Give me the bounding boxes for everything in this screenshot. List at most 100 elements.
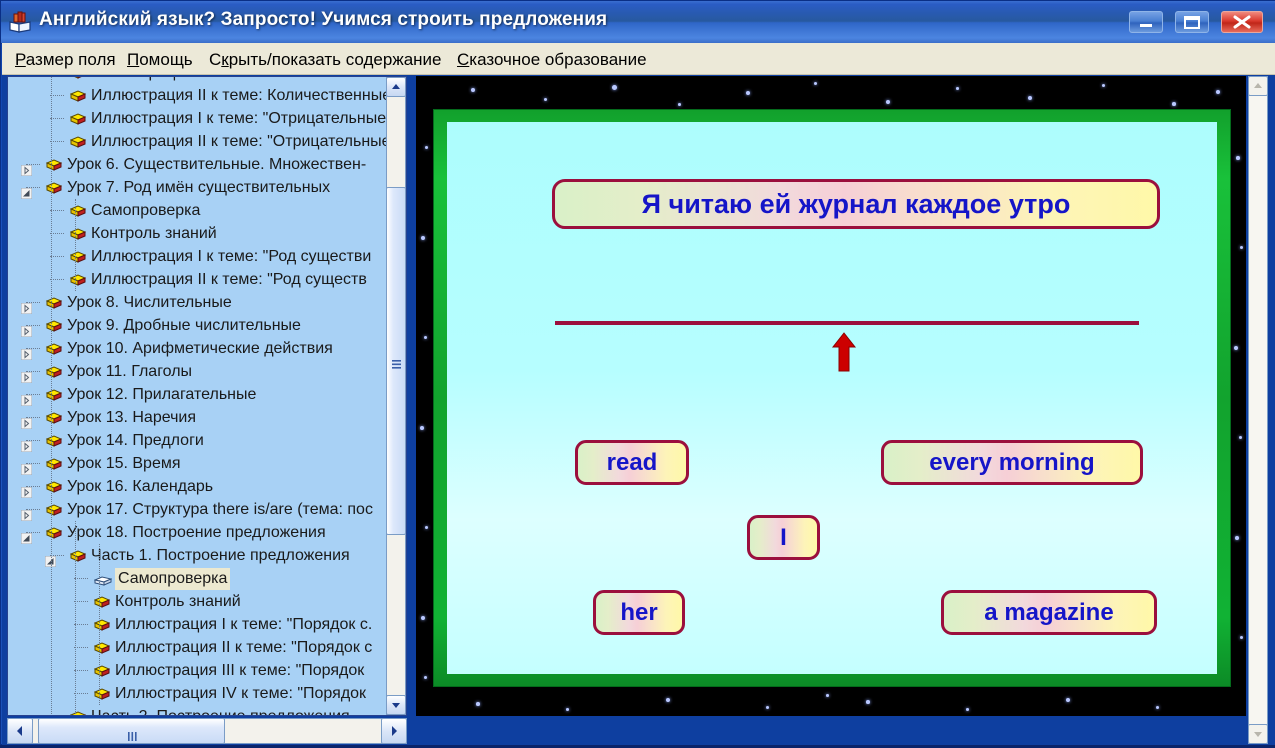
tree-item[interactable]: Урок 11. Глаголы [8,360,393,383]
book-closed-icon [70,203,86,217]
main-vertical-scrollbar[interactable] [1248,76,1268,744]
tree-collapse-toggle-icon[interactable] [21,528,32,539]
tree-expand-toggle-icon[interactable] [21,436,32,447]
tree-item-label: Урок 18. Построение предложения [67,521,326,544]
star-dot [1028,96,1032,100]
tree-item[interactable]: Иллюстрация II к теме: "Порядок с [8,636,393,659]
tree-expand-toggle-icon[interactable] [21,459,32,470]
tree-item[interactable]: Иллюстрация I к теме: "Род существи [8,245,393,268]
tree-item[interactable]: Иллюстрация II к теме: Количественные [8,84,393,107]
book-closed-icon [70,111,86,125]
tree-item-label: Иллюстрация II к теме: "Порядок с [115,636,372,659]
word-chip-read[interactable]: read [575,440,689,485]
tree-scroll-up-button[interactable] [386,77,406,97]
menu-item-help[interactable]: Помощь [122,49,198,71]
tree-expand-toggle-icon[interactable] [21,160,32,171]
tree-guide-line [51,76,53,716]
tree-item[interactable]: Иллюстрация IV к теме: "Порядок [8,682,393,705]
tree-item[interactable]: Часть 2. Построение предложения [8,705,393,716]
tree-expand-toggle-icon[interactable] [21,413,32,424]
word-chip-her[interactable]: her [593,590,685,635]
tree-item[interactable]: Урок 6. Существительные. Множествен- [8,153,393,176]
tree-item[interactable]: Урок 16. Календарь [8,475,393,498]
tree-item[interactable]: Урок 10. Арифметические действия [8,337,393,360]
tree-item-label: Урок 9. Дробные числительные [67,314,301,337]
tree-item[interactable]: Самопроверка [8,199,393,222]
menu-item-fairy-education[interactable]: Сказочное образование [452,49,652,71]
tree-expand-toggle-icon[interactable] [21,505,32,516]
menu-item-toggle-contents[interactable]: Скрыть/показать содержание [204,49,447,71]
word-chip-i[interactable]: I [747,515,820,560]
star-dot [1236,156,1240,160]
word-chip-a-magazine[interactable]: a magazine [941,590,1157,635]
menu-item-field-size[interactable]: Размер поля [10,49,121,71]
tree-item-label: Иллюстрация IV к теме: "Порядок [115,682,366,705]
tree-h-scroll-thumb[interactable] [38,718,225,744]
scroll-grip-icon [128,728,138,746]
tree-item[interactable]: Урок 8. Числительные [8,291,393,314]
tree-horizontal-scrollbar[interactable] [7,718,407,744]
tree-item[interactable]: Часть 1. Построение предложения [8,544,393,567]
main-scroll-up-button[interactable] [1248,76,1268,96]
tree-item[interactable]: Контроль знаний [8,590,393,613]
tree-expand-toggle-icon[interactable] [21,344,32,355]
tree-expand-toggle-icon[interactable] [21,321,32,332]
book-closed-icon [46,295,62,309]
tree-scroll-right-button[interactable] [381,718,407,744]
book-icon [8,10,32,34]
tree-item[interactable]: Урок 17. Структура there is/are (тема: п… [8,498,393,521]
tree-item[interactable]: Иллюстрация I к теме: "Порядок с. [8,613,393,636]
word-chip-every-morning[interactable]: every morning [881,440,1143,485]
tree-expand-toggle-icon[interactable] [21,298,32,309]
star-dot [746,91,750,95]
tree-expand-toggle-icon[interactable] [21,482,32,493]
title-bar: Английский язык? Запросто! Учимся строит… [1,1,1275,44]
tree-item[interactable]: Урок 12. Прилагательные [8,383,393,406]
main-scroll-down-button[interactable] [1248,724,1268,744]
tree-item-label: Урок 6. Существительные. Множествен- [67,153,366,176]
tree-item[interactable]: Урок 14. Предлоги [8,429,393,452]
tree-expand-toggle-icon[interactable] [21,367,32,378]
menu-label: азмер поля [26,50,116,69]
tree-item[interactable]: Урок 15. Время [8,452,393,475]
star-dot [471,88,475,92]
contents-tree[interactable]: Иллюстрация I к теме: "КоличественныеИлл… [7,76,407,716]
slide-green-frame: Я читаю ей журнал каждое утро read every… [433,109,1231,687]
tree-scroll-left-button[interactable] [7,718,33,744]
tree-item[interactable]: Иллюстрация III к теме: "Порядок [8,659,393,682]
tree-item[interactable]: Самопроверка [8,567,393,590]
tree-scroll-down-button[interactable] [386,695,406,715]
menu-label-pre: С [209,50,221,69]
tree-item[interactable]: Иллюстрация II к теме: "Род существ [8,268,393,291]
close-button[interactable] [1221,11,1263,33]
tree-item[interactable]: Иллюстрация I к теме: "Количественные [8,76,393,84]
book-closed-icon [46,341,62,355]
star-dot [956,87,959,90]
tree-item[interactable]: Иллюстрация II к теме: "Отрицательные [8,130,393,153]
book-closed-icon [70,272,86,286]
book-closed-icon [70,88,86,102]
tree-vertical-scrollbar[interactable] [386,77,406,715]
tree-item[interactable]: Урок 13. Наречия [8,406,393,429]
star-dot [966,708,969,711]
menu-accel: П [127,50,139,69]
tree-scroll-thumb[interactable] [386,187,406,535]
tree-item[interactable]: Контроль знаний [8,222,393,245]
book-closed-icon [46,180,62,194]
tree-item[interactable]: Урок 7. Род имён существительных [8,176,393,199]
maximize-button[interactable] [1175,11,1209,33]
tree-item-label: Урок 17. Структура there is/are (тема: п… [67,498,373,521]
tree-item-label: Иллюстрация I к теме: "Количественные [91,76,392,84]
tree-collapse-toggle-icon[interactable] [21,183,32,194]
tree-item[interactable]: Иллюстрация I к теме: "Отрицательные [8,107,393,130]
book-closed-icon [70,249,86,263]
tree-item-label: Часть 2. Построение предложения [91,705,350,716]
minimize-button[interactable] [1129,11,1163,33]
tree-item[interactable]: Урок 18. Построение предложения [8,521,393,544]
book-closed-icon [46,318,62,332]
tree-expand-toggle-icon[interactable] [21,390,32,401]
tree-item[interactable]: Урок 9. Дробные числительные [8,314,393,337]
tree-item-label: Самопроверка [91,199,200,222]
tree-item-label: Урок 12. Прилагательные [67,383,256,406]
book-closed-icon [94,617,110,631]
